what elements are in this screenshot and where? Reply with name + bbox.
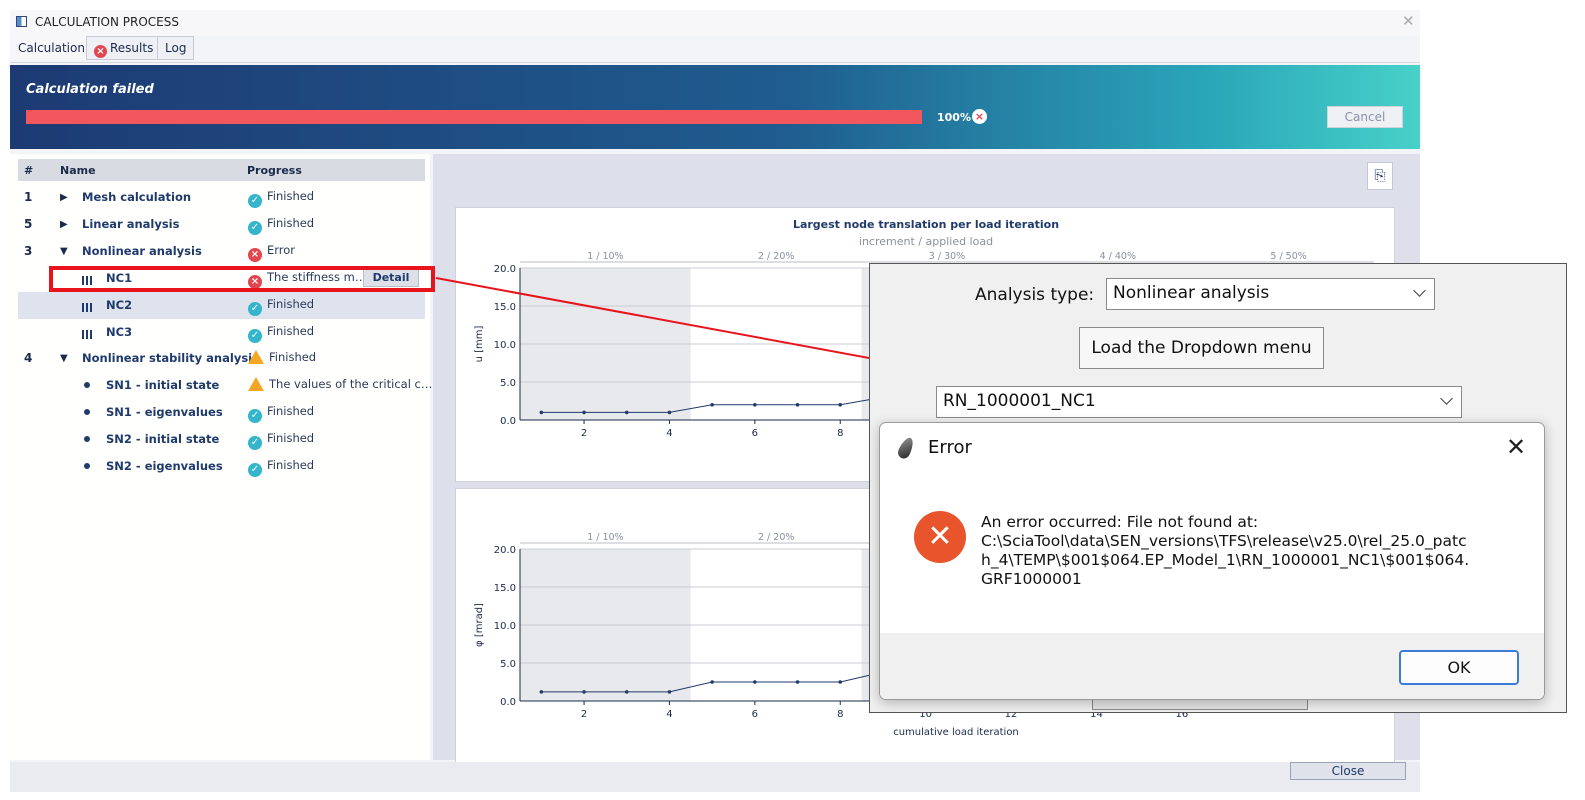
error-message: An error occurred: File not found at: C:… [981,513,1470,588]
arrow-line [435,277,936,375]
chevron-down-icon [1440,392,1453,405]
error-icon: ✕ [914,511,966,563]
dialog-title: Error [928,437,972,458]
analysis-type-value: Nonlinear analysis [1113,283,1270,303]
ok-button[interactable]: OK [1399,650,1519,685]
error-dialog: Error ✕ ✕ An error occurred: File not fo… [879,422,1545,700]
feather-icon [895,435,917,461]
result-select[interactable]: RN_1000001_NC1 [936,386,1462,418]
close-icon[interactable]: ✕ [1506,433,1526,461]
load-dropdown-button[interactable]: Load the Dropdown menu [1079,327,1324,369]
result-value: RN_1000001_NC1 [943,391,1096,411]
analysis-type-label: Analysis type: [975,285,1095,305]
chevron-down-icon [1413,284,1426,297]
analysis-type-select[interactable]: Nonlinear analysis [1106,278,1435,310]
dialog-footer: OK [880,633,1544,699]
dialog-body: ✕ An error occurred: File not found at: … [880,473,1544,633]
